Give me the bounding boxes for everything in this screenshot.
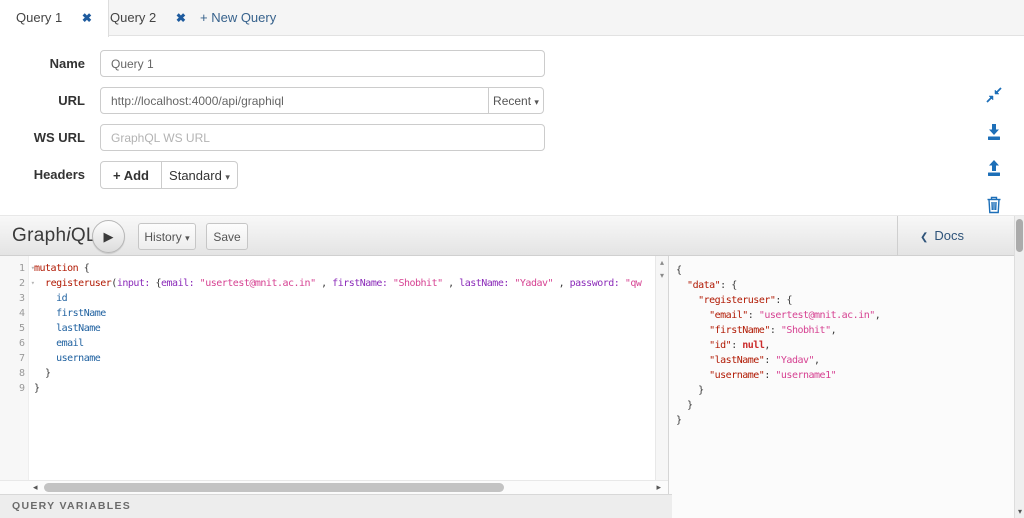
add-header-button[interactable]: + Add	[100, 161, 162, 189]
new-query-button[interactable]: + New Query	[200, 0, 276, 36]
code-line: "id": null,	[709, 340, 770, 351]
result-pane: { "data": { "registeruser": { "email": "…	[669, 256, 1014, 518]
code-line: "registeruser": {	[698, 295, 792, 306]
code-line: lastName	[56, 323, 101, 334]
ws-url-label: WS URL	[33, 130, 85, 145]
history-button[interactable]: History ▾	[138, 223, 196, 250]
tab-bar: Query 1 ✖ Query 2 ✖ + New Query	[0, 0, 1024, 37]
line-number: 2 ▾	[18, 278, 35, 289]
save-button[interactable]: Save	[206, 223, 248, 250]
download-icon[interactable]	[984, 122, 1006, 144]
code-line: id	[56, 293, 68, 304]
close-tab-icon[interactable]: ✖	[82, 11, 92, 25]
scroll-left-icon[interactable]: ◂	[33, 481, 38, 494]
tab-label: Query 1	[16, 10, 63, 25]
code-line: }	[676, 385, 704, 396]
code-line: }	[34, 383, 40, 394]
standard-headers-dropdown[interactable]: Standard ▾	[161, 161, 238, 189]
chevron-down-icon: ▾	[185, 232, 190, 243]
tab-query-1[interactable]: Query 1 ✖	[0, 0, 109, 37]
code-line: username	[56, 353, 101, 364]
graphiql-toolbar: GraphiQL ▶ History ▾ Save ❮ Docs	[0, 215, 1024, 256]
chevron-down-icon: ▾	[225, 171, 230, 182]
code-line: }	[676, 415, 682, 426]
scroll-right-icon[interactable]: ▸	[656, 481, 661, 494]
query-editor-pane: 1 ▾ 2 ▾ 3 4 5 6 7 8 9 mutation { registeruser(inpu…	[0, 256, 668, 494]
trash-icon[interactable]	[984, 195, 1006, 217]
line-number: 3	[18, 293, 25, 304]
code-line: "email": "usertest@mnit.ac.in",	[709, 310, 881, 321]
code-line: "firstName": "Shobhit",	[709, 325, 837, 336]
play-icon: ▶	[103, 229, 114, 244]
code-line: email	[56, 338, 84, 349]
ws-url-input[interactable]	[100, 124, 545, 151]
docs-button[interactable]: ❮ Docs	[920, 216, 964, 256]
recent-dropdown-button[interactable]: Recent ▾	[488, 87, 544, 114]
scroll-up-icon[interactable]: ▴	[656, 256, 668, 269]
line-number: 9	[18, 383, 25, 394]
chevron-down-icon: ▾	[534, 96, 539, 107]
vertical-scroll-thumb[interactable]	[1016, 219, 1023, 252]
code-line: firstName	[56, 308, 106, 319]
query-editor[interactable]: mutation { registeruser(input: {email: "…	[30, 256, 655, 480]
graphql-playground-app: Query 1 ✖ Query 2 ✖ + New Query Name URL…	[0, 0, 1024, 518]
code-line: }	[676, 400, 693, 411]
code-line: "data": {	[687, 280, 737, 291]
line-number: 6	[18, 338, 25, 349]
line-number: 8	[18, 368, 25, 379]
tab-query-2[interactable]: Query 2 ✖	[94, 0, 202, 36]
graphiql-logo: GraphiQL	[12, 225, 97, 246]
name-label: Name	[49, 56, 85, 71]
execute-query-button[interactable]: ▶	[92, 220, 125, 253]
chevron-left-icon: ❮	[920, 232, 929, 243]
horizontal-scroll-thumb[interactable]	[44, 483, 504, 492]
line-number: 7	[18, 353, 25, 364]
upload-icon[interactable]	[984, 158, 1006, 180]
scroll-down-icon[interactable]: ▾	[656, 269, 668, 282]
code-line: "username": "username1"	[709, 370, 837, 381]
line-number: 4	[18, 308, 25, 319]
code-line: mutation {	[34, 263, 90, 274]
query-vertical-scrollbar[interactable]: ▴ ▾	[655, 256, 668, 480]
result-vertical-scrollbar[interactable]: ▾	[1014, 216, 1024, 518]
url-input[interactable]	[100, 87, 490, 114]
headers-label: Headers	[33, 167, 85, 182]
url-label: URL	[58, 93, 85, 108]
line-number: 1 ▾	[18, 263, 35, 274]
code-line: }	[34, 368, 51, 379]
code-line: "lastName": "Yadav",	[709, 355, 820, 366]
code-line: {	[676, 265, 682, 276]
scroll-down-icon[interactable]: ▾	[1015, 507, 1024, 516]
close-tab-icon[interactable]: ✖	[176, 11, 186, 25]
line-number-gutter: 1 ▾ 2 ▾ 3 4 5 6 7 8 9	[0, 256, 35, 480]
name-input[interactable]	[100, 50, 545, 77]
collapse-icon[interactable]	[984, 85, 1006, 107]
line-number: 5	[18, 323, 25, 334]
query-horizontal-scrollbar[interactable]: ◂ ▸	[0, 480, 668, 494]
code-line: registeruser(input: {email: "usertest@mn…	[45, 278, 642, 289]
query-config-form: Name URL Recent ▾ WS URL Headers + Add S…	[0, 37, 1024, 215]
query-variables-bar[interactable]: QUERY VARIABLES	[0, 494, 672, 518]
toolbar-divider	[897, 216, 898, 256]
tab-label: Query 2	[110, 10, 157, 25]
